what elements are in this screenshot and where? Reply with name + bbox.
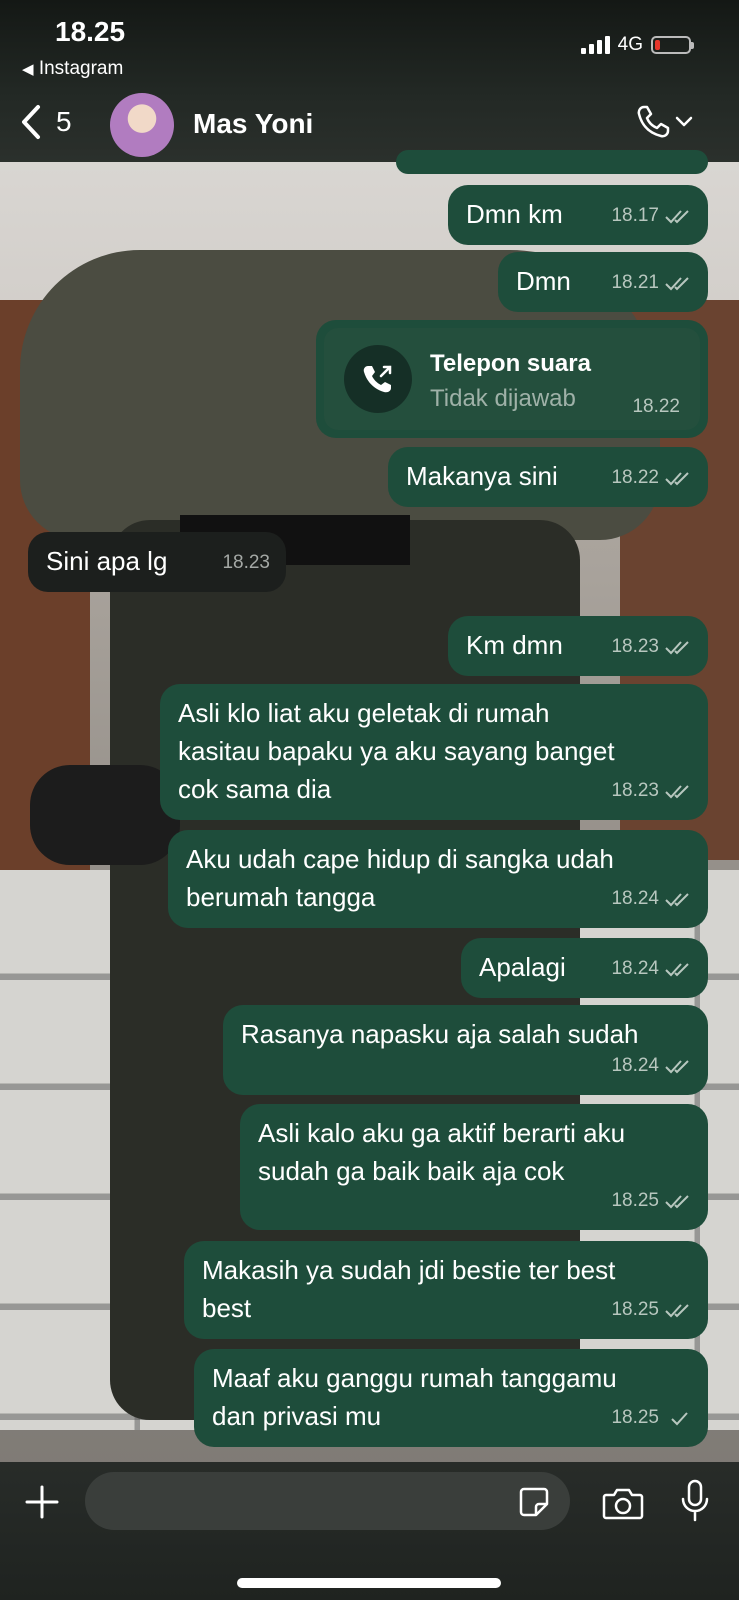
microphone-icon[interactable] bbox=[678, 1478, 712, 1524]
wallpaper-roll bbox=[30, 765, 180, 865]
message-time: 18.25 bbox=[611, 1407, 659, 1428]
message-time: 18.23 bbox=[222, 552, 270, 573]
call-button[interactable] bbox=[635, 104, 693, 140]
message-meta: 18.23 bbox=[611, 628, 692, 666]
read-ticks-icon bbox=[665, 277, 689, 291]
message-composer bbox=[0, 1462, 739, 1600]
message-time: 18.17 bbox=[611, 205, 659, 226]
sticker-icon[interactable] bbox=[518, 1486, 550, 1518]
message-bubble-outgoing[interactable]: Dmn 18.21 bbox=[498, 252, 708, 312]
message-bubble-outgoing[interactable]: Maaf aku ganggu rumah tanggamu dan priva… bbox=[194, 1349, 708, 1447]
phone-icon bbox=[637, 105, 670, 138]
message-time: 18.24 bbox=[611, 888, 659, 909]
message-bubble-outgoing[interactable]: Rasanya napasku aja salah sudah 18.24 bbox=[223, 1005, 708, 1095]
read-ticks-icon bbox=[665, 472, 689, 486]
message-bubble-outgoing[interactable]: Makanya sini 18.22 bbox=[388, 447, 708, 507]
message-text: Apalagi bbox=[479, 952, 566, 982]
status-indicators: 4G bbox=[580, 34, 694, 56]
message-text: Asli klo liat aku geletak di rumah kasit… bbox=[178, 698, 615, 804]
home-indicator bbox=[237, 1578, 501, 1588]
read-ticks-icon bbox=[665, 210, 689, 224]
message-bubble-outgoing[interactable]: Asli kalo aku ga aktif berarti aku sudah… bbox=[240, 1104, 708, 1230]
chevron-down-icon bbox=[675, 116, 693, 127]
message-text: Dmn bbox=[516, 266, 571, 296]
call-log-bubble[interactable]: Telepon suara Tidak dijawab 18.22 bbox=[316, 320, 708, 438]
message-time: 18.25 bbox=[611, 1190, 659, 1211]
message-bubble-outgoing[interactable]: Asli klo liat aku geletak di rumah kasit… bbox=[160, 684, 708, 820]
read-ticks-icon bbox=[665, 1195, 689, 1209]
message-bubble-outgoing[interactable]: Dmn km 18.17 bbox=[448, 185, 708, 245]
message-time: 18.24 bbox=[611, 958, 659, 979]
contact-avatar[interactable] bbox=[110, 93, 174, 157]
signal-icon bbox=[580, 36, 610, 54]
message-text: Rasanya napasku aja salah sudah bbox=[241, 1019, 639, 1049]
call-status: Tidak dijawab bbox=[430, 385, 576, 412]
message-meta: 18.25 bbox=[611, 1291, 692, 1329]
message-text: Asli kalo aku ga aktif berarti aku sudah… bbox=[258, 1118, 626, 1186]
call-log-card: Telepon suara Tidak dijawab 18.22 bbox=[324, 328, 700, 430]
message-meta: 18.23 bbox=[611, 772, 692, 810]
message-text: Maaf aku ganggu rumah tanggamu dan priva… bbox=[212, 1363, 617, 1431]
message-bubble-outgoing[interactable]: Km dmn 18.23 bbox=[448, 616, 708, 676]
message-meta: 18.24 bbox=[611, 880, 692, 918]
read-ticks-icon bbox=[665, 963, 689, 977]
message-meta: 18.23 bbox=[222, 544, 270, 582]
call-time: 18.22 bbox=[632, 396, 680, 417]
message-time: 18.23 bbox=[611, 636, 659, 657]
message-time: 18.25 bbox=[611, 1299, 659, 1320]
read-ticks-icon bbox=[665, 1304, 689, 1318]
message-meta: 18.24 bbox=[611, 950, 692, 988]
message-bubble-outgoing[interactable]: Aku udah cape hidup di sangka udah berum… bbox=[168, 830, 708, 928]
back-button[interactable]: 5 bbox=[20, 104, 72, 140]
message-meta: 18.22 bbox=[611, 459, 692, 497]
battery-icon bbox=[651, 36, 694, 54]
read-ticks-icon bbox=[665, 641, 689, 655]
message-bubble-incoming[interactable]: Sini apa lg 18.23 bbox=[28, 532, 286, 592]
unread-count: 5 bbox=[56, 106, 72, 137]
back-triangle-icon: ◀ bbox=[22, 61, 34, 78]
message-text: Dmn km bbox=[466, 199, 563, 229]
call-title: Telepon suara bbox=[430, 350, 591, 377]
message-bubble-outgoing[interactable]: Apalagi 18.24 bbox=[461, 938, 708, 998]
read-ticks-icon bbox=[665, 893, 689, 907]
message-bubble-outgoing[interactable]: Makasih ya sudah jdi bestie ter best bes… bbox=[184, 1241, 708, 1339]
message-text: Makanya sini bbox=[406, 461, 558, 491]
message-text: Sini apa lg bbox=[46, 546, 168, 576]
message-text: Makasih ya sudah jdi bestie ter best bes… bbox=[202, 1255, 616, 1323]
message-meta: 18.17 bbox=[611, 197, 692, 235]
status-time: 18.25 bbox=[55, 16, 126, 47]
back-app-label: Instagram bbox=[38, 58, 124, 79]
contact-name[interactable]: Mas Yoni bbox=[193, 108, 313, 140]
message-text: Aku udah cape hidup di sangka udah berum… bbox=[186, 844, 614, 912]
plus-icon[interactable] bbox=[24, 1484, 60, 1520]
message-meta: 18.25 bbox=[611, 1399, 692, 1437]
message-input[interactable] bbox=[85, 1472, 570, 1530]
message-text: Km dmn bbox=[466, 630, 563, 660]
message-bubble-partial bbox=[396, 150, 708, 174]
message-time: 18.24 bbox=[611, 1055, 659, 1076]
message-time: 18.22 bbox=[611, 467, 659, 488]
read-ticks-icon bbox=[665, 785, 689, 799]
message-time: 18.21 bbox=[611, 272, 659, 293]
message-meta: 18.24 bbox=[611, 1047, 692, 1085]
back-chevron-icon bbox=[22, 105, 40, 139]
read-ticks-icon bbox=[665, 1060, 689, 1074]
call-icon-container bbox=[344, 345, 412, 413]
missed-call-icon bbox=[363, 365, 392, 393]
message-meta: 18.25 bbox=[611, 1182, 692, 1220]
network-type: 4G bbox=[617, 34, 643, 55]
message-meta: 18.21 bbox=[611, 264, 692, 302]
message-time: 18.23 bbox=[611, 780, 659, 801]
top-bar: 18.25 ◀ Instagram 4G 5 Mas Yoni bbox=[0, 0, 739, 162]
back-to-app-link[interactable]: ◀ Instagram bbox=[22, 58, 123, 80]
camera-icon[interactable] bbox=[602, 1486, 644, 1520]
sent-tick-icon bbox=[671, 1412, 688, 1426]
